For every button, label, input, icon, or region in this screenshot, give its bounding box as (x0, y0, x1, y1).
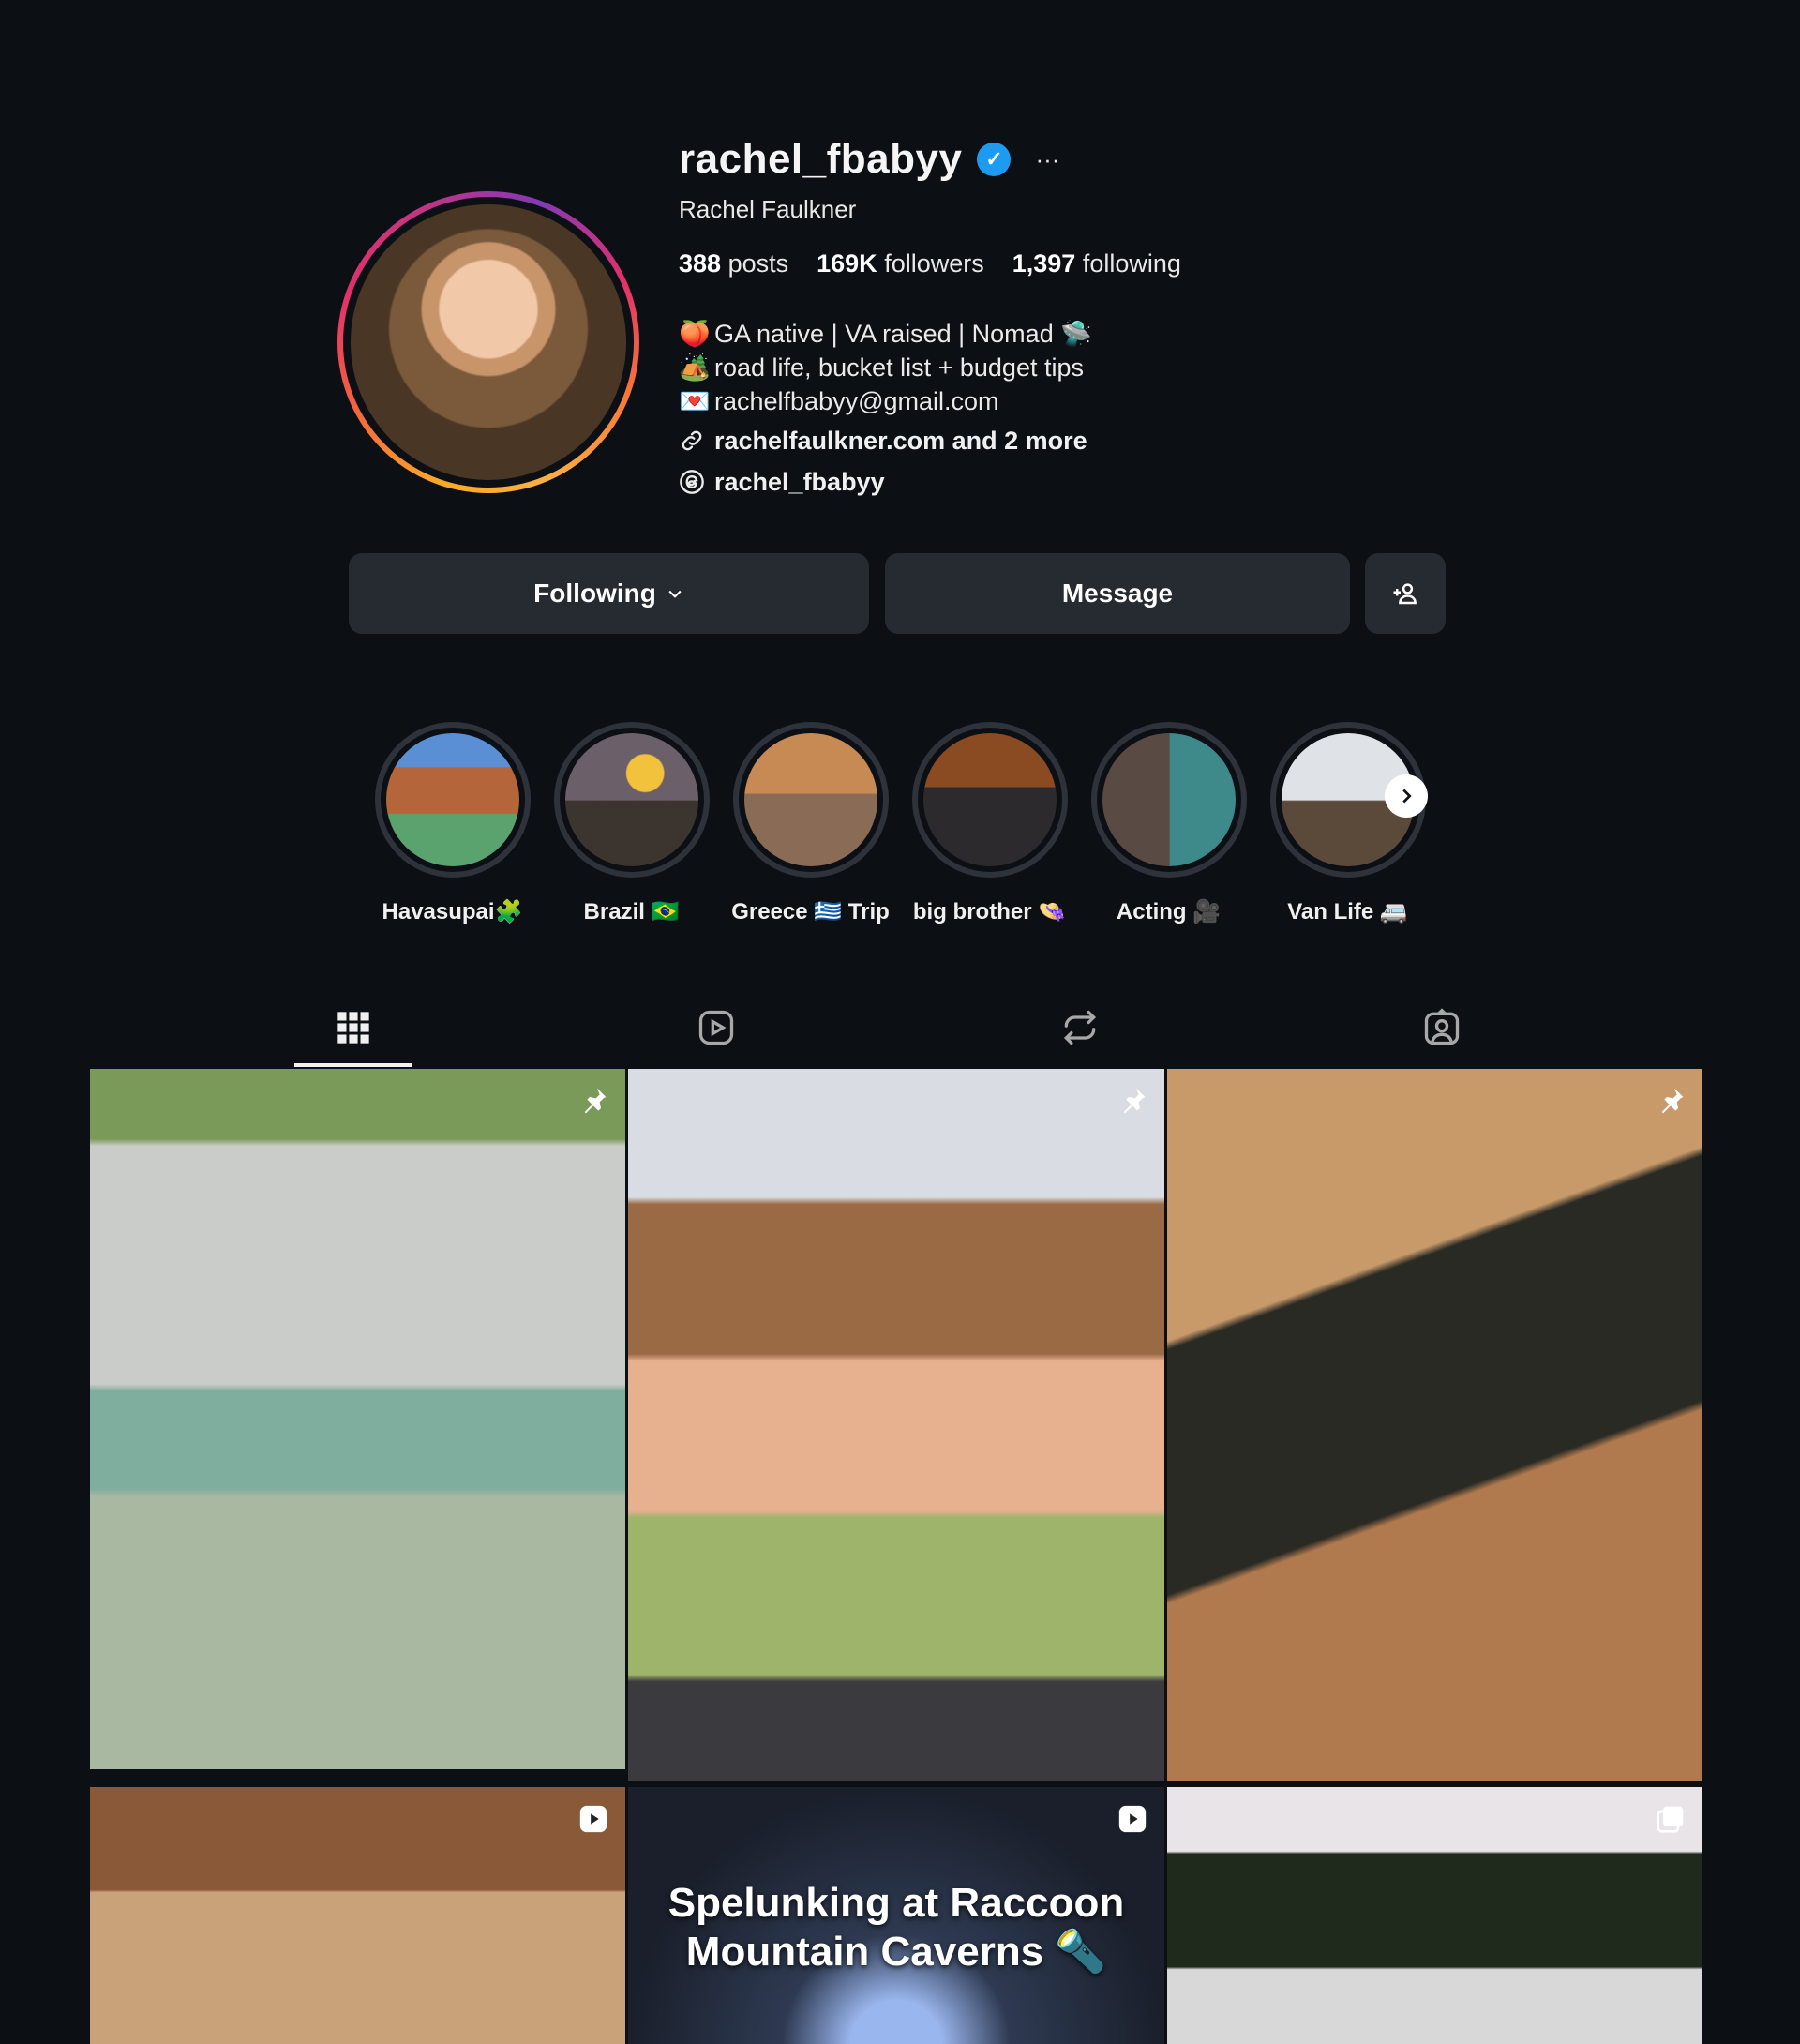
pin-icon (577, 1084, 610, 1118)
username-row: rachel_fbabyy ✓ ··· (679, 131, 1059, 188)
threads-icon (680, 470, 704, 494)
post-tile[interactable] (628, 1069, 1164, 1781)
post-tile[interactable] (1167, 1069, 1702, 1781)
story-ring[interactable] (338, 191, 639, 493)
profile-stats: 388 posts 169K followers 1,397 following (679, 249, 1181, 278)
verified-badge-icon: ✓ (977, 143, 1012, 176)
highlight-cover (922, 733, 1057, 866)
chevron-down-icon (668, 590, 682, 598)
profile-tabs (90, 984, 1702, 1069)
post-tile[interactable] (90, 1069, 625, 1769)
love-letter-icon: 💌 (679, 387, 711, 415)
bio-line: 🍑 GA native | VA raised | Nomad 🛸 (679, 317, 1092, 351)
reels-icon (698, 1010, 734, 1045)
reel-icon (577, 1802, 610, 1836)
bio: 🍑 GA native | VA raised | Nomad 🛸 🏕️ roa… (679, 317, 1092, 499)
tagged-icon (1424, 1008, 1460, 1045)
posts-grid: Spelunking at Raccoon Mountain Caverns 🔦 (90, 1069, 1702, 2044)
chevron-right-icon (1402, 789, 1412, 804)
highlight-havasupai[interactable]: Havasupai🧩 (374, 722, 531, 925)
external-link[interactable]: rachelfaulkner.com and 2 more (679, 424, 1092, 458)
bio-line: 💌 rachelfbabyy@gmail.com (679, 384, 1092, 418)
add-user-icon (1393, 583, 1417, 605)
active-tab-indicator (294, 1063, 412, 1067)
reposts-icon (1063, 1010, 1097, 1045)
highlight-big-brother[interactable]: big brother 👒 (911, 722, 1068, 925)
threads-link[interactable]: rachel_fbabyy (679, 465, 1092, 499)
highlight-cover (564, 733, 698, 866)
tab-reels[interactable] (690, 1001, 742, 1054)
highlight-greece[interactable]: Greece 🇬🇷 Trip (731, 722, 890, 925)
camping-icon: 🏕️ (679, 353, 711, 382)
grid-icon (338, 1012, 369, 1044)
peach-icon: 🍑 (679, 320, 711, 348)
tab-posts[interactable] (327, 1001, 380, 1054)
highlights-next-button[interactable] (1384, 774, 1428, 818)
followers-stat[interactable]: 169K followers (817, 249, 984, 278)
reel-icon (1116, 1802, 1149, 1836)
carousel-icon (1654, 1802, 1688, 1836)
username: rachel_fbabyy (679, 136, 963, 182)
suggested-users-button[interactable] (1365, 553, 1446, 634)
post-tile[interactable]: Spelunking at Raccoon Mountain Caverns 🔦 (628, 1787, 1164, 2044)
story-highlights: Havasupai🧩 Brazil 🇧🇷 Greece 🇬🇷 Trip big … (374, 722, 1428, 925)
full-name: Rachel Faulkner (679, 195, 857, 223)
more-options-icon[interactable]: ··· (1035, 145, 1059, 174)
profile-header: rachel_fbabyy ✓ ··· Rachel Faulkner 388 … (338, 131, 1462, 506)
highlight-acting[interactable]: Acting 🎥 (1090, 722, 1247, 925)
pin-icon (1654, 1084, 1688, 1118)
following-button[interactable]: Following (349, 553, 869, 634)
tab-tagged[interactable] (1416, 1001, 1468, 1054)
highlight-van-life[interactable]: Van Life 🚐 (1269, 722, 1428, 925)
message-button[interactable]: Message (885, 553, 1350, 634)
highlight-cover (743, 733, 878, 866)
pin-icon (1116, 1084, 1149, 1118)
link-icon (682, 430, 702, 451)
tab-reposts[interactable] (1054, 1001, 1106, 1054)
post-tile[interactable] (1167, 1787, 1702, 2044)
post-tile[interactable] (90, 1787, 625, 2044)
profile-avatar[interactable] (351, 204, 626, 480)
following-stat[interactable]: 1,397 following (1012, 249, 1181, 278)
highlight-cover (385, 733, 519, 866)
highlight-cover (1102, 733, 1236, 866)
post-caption-overlay: Spelunking at Raccoon Mountain Caverns 🔦 (668, 1880, 1125, 1975)
highlight-brazil[interactable]: Brazil 🇧🇷 (553, 722, 710, 925)
bio-line: 🏕️ road life, bucket list + budget tips (679, 351, 1092, 384)
posts-stat: 388 posts (679, 249, 789, 278)
